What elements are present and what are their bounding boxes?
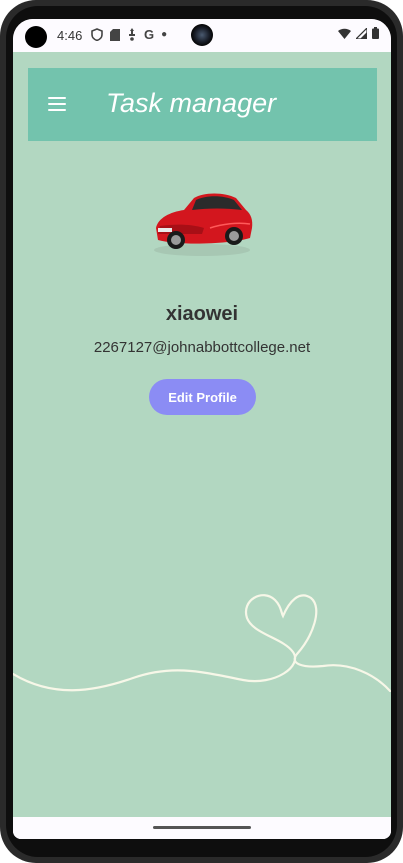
profile-email: 2267127@johnabbottcollege.net [93, 339, 311, 356]
app-title: Task manager [106, 88, 277, 118]
usb-icon [129, 28, 135, 41]
shield-icon [91, 28, 103, 41]
google-icon: G [144, 27, 155, 42]
battery-icon [372, 27, 379, 39]
status-bar: 4:46 G ● [13, 19, 391, 52]
app-bar: Task manager [28, 68, 377, 141]
device-screen: 4:46 G ● Task manager xiaowei 2267127@jo… [13, 19, 391, 839]
status-time: 4:46 [57, 28, 83, 43]
home-indicator[interactable] [153, 826, 251, 829]
status-icons-right [338, 27, 379, 39]
phone-frame: 4:46 G ● Task manager xiaowei 2267127@jo… [0, 0, 403, 863]
dot-icon: ● [161, 29, 168, 40]
status-icons-left: G ● [91, 27, 167, 42]
profile-avatar-car-image [154, 193, 253, 256]
wifi-icon [338, 28, 351, 39]
front-camera-left [25, 26, 47, 48]
edit-profile-button[interactable]: Edit Profile [149, 379, 256, 415]
heart-line-decoration [13, 594, 391, 692]
profile-username: xiaowei [165, 303, 239, 325]
sim-card-icon [110, 28, 120, 41]
navigation-bar [13, 817, 391, 839]
hamburger-menu-icon[interactable] [48, 97, 66, 111]
main-content: Task manager xiaowei 2267127@johnabbottc… [13, 52, 391, 817]
front-camera-center [191, 24, 213, 46]
signal-icon [356, 27, 367, 39]
